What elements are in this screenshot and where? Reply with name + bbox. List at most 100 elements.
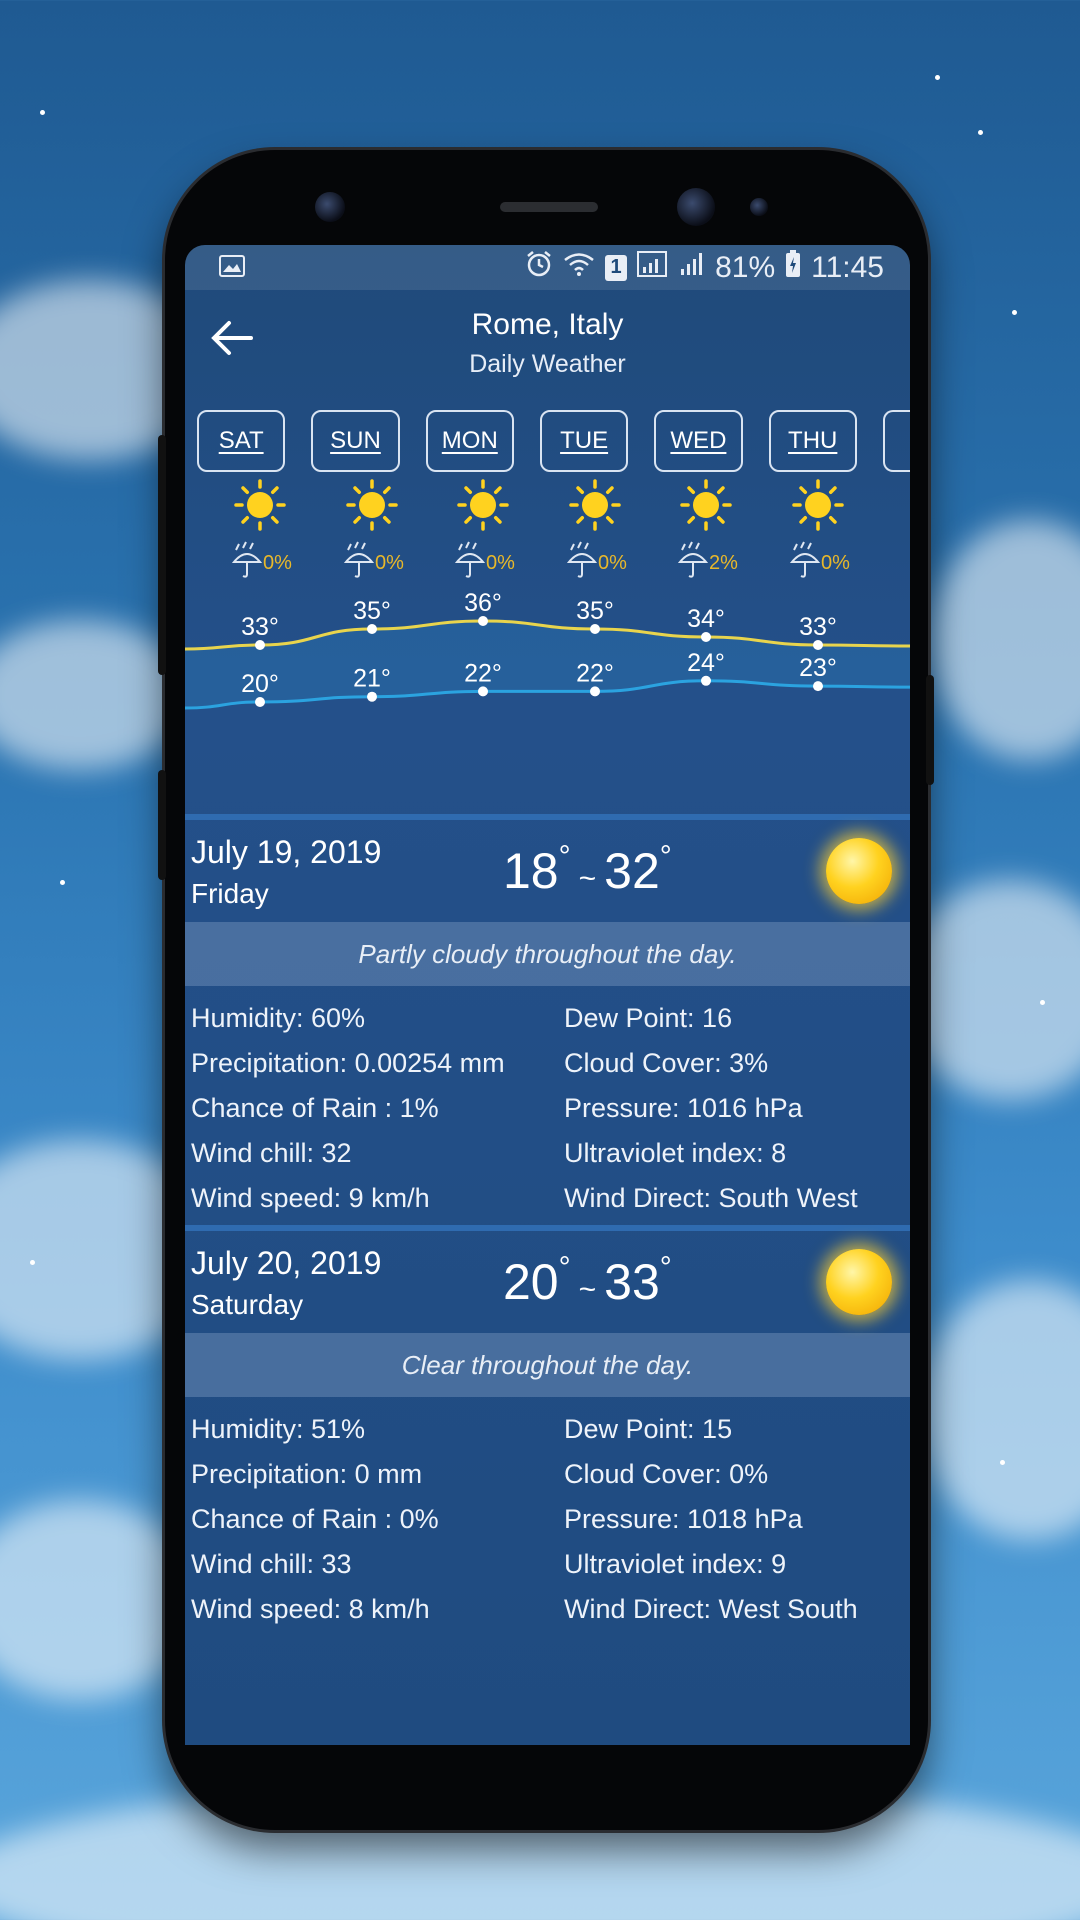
rain-chance: 0% xyxy=(821,552,850,574)
detail-item: Dew Point: 16 xyxy=(564,1003,733,1033)
high-temp-label: 34° xyxy=(687,605,725,633)
tab-sat[interactable]: SAT xyxy=(197,410,286,472)
detail-item: Cloud Cover: 0% xyxy=(564,1459,769,1489)
tab-thu[interactable]: THU xyxy=(768,410,857,472)
umbrella-rain-icon xyxy=(343,541,375,578)
high-temp-point xyxy=(255,640,265,650)
image-icon xyxy=(219,251,245,285)
page-title: Rome, Italy xyxy=(471,308,624,341)
umbrella-rain-icon xyxy=(231,541,263,578)
tab-wed[interactable]: WED xyxy=(654,410,743,472)
app-screen: 1 81% 11:45 Rome, Italy Daily Weather SA… xyxy=(185,245,910,1745)
high-temp-label: 36° xyxy=(464,589,502,617)
sim-1-icon: 1 xyxy=(605,254,628,281)
rain-chance: 2% xyxy=(709,552,738,574)
detail-item: Wind Direct: West South xyxy=(564,1594,858,1624)
wifi-icon xyxy=(563,251,595,285)
daily-temperature-chart: 0% 33° 20° 0% 35° 21° 0% 36° 22° 0% 35° 22° 2% 34… xyxy=(185,474,910,814)
low-temp-label: 20° xyxy=(241,670,279,698)
day-card: July 20, 2019 Saturday 20°~ 33° Clear thr… xyxy=(185,1225,910,1636)
battery-percent: 81% xyxy=(715,250,776,284)
clock: 11:45 xyxy=(811,250,884,284)
iris-scanner xyxy=(677,188,715,226)
temp-low: 20 xyxy=(503,1254,559,1310)
card-header: July 19, 2019 Friday 18°~ 32° xyxy=(185,820,910,922)
detail-item: Wind speed: 9 km/h xyxy=(191,1183,430,1213)
weather-details: Humidity: 51% Precipitation: 0 mm Chance o… xyxy=(185,1397,910,1636)
detail-item: Ultraviolet index: 9 xyxy=(564,1549,787,1579)
power-button xyxy=(926,675,934,785)
signal-icon xyxy=(637,250,669,285)
detail-item: Dew Point: 15 xyxy=(564,1414,733,1444)
temp-low: 18 xyxy=(503,843,559,899)
high-temp-point xyxy=(478,616,488,626)
detail-item: Wind chill: 32 xyxy=(191,1138,352,1168)
day-card: July 19, 2019 Friday 18°~ 32° Partly clou… xyxy=(185,814,910,1225)
proximity-sensor xyxy=(750,198,768,216)
detail-item: Pressure: 1018 hPa xyxy=(564,1504,803,1534)
detail-item: Wind chill: 33 xyxy=(191,1549,352,1579)
back-button[interactable] xyxy=(209,315,255,370)
low-temp-point xyxy=(367,691,377,702)
detail-item: Pressure: 1016 hPa xyxy=(564,1093,803,1123)
sun-icon xyxy=(826,1249,892,1315)
low-temp-label: 22° xyxy=(464,659,502,687)
temp-high: 32 xyxy=(604,843,660,899)
rain-chance: 0% xyxy=(598,552,627,574)
detail-item: Wind Direct: South West xyxy=(564,1183,858,1213)
temp-high: 33 xyxy=(604,1254,660,1310)
weather-details: Humidity: 60% Precipitation: 0.00254 mm Ch… xyxy=(185,986,910,1225)
high-temp-point xyxy=(701,632,711,642)
detail-item: Chance of Rain : 0% xyxy=(191,1504,439,1534)
tab-mon[interactable]: MON xyxy=(425,410,514,472)
tab-tue[interactable]: TUE xyxy=(539,410,629,472)
sun-icon xyxy=(234,479,286,531)
front-camera xyxy=(315,192,345,222)
card-date: July 19, 2019 xyxy=(191,834,382,870)
low-temp-point xyxy=(701,675,711,686)
details-left: Humidity: 60% Precipitation: 0.00254 mm Ch… xyxy=(191,992,564,1225)
card-date: July 20, 2019 xyxy=(191,1245,382,1281)
alarm-icon xyxy=(525,250,553,286)
tab-sun[interactable]: SUN xyxy=(311,410,400,472)
low-temp-point xyxy=(478,686,488,697)
tab-next-partial[interactable] xyxy=(882,410,910,472)
high-temp-label: 33° xyxy=(241,613,279,641)
low-temp-label: 21° xyxy=(353,665,391,693)
details-right: Dew Point: 15 Cloud Cover: 0% Pressure: 10… xyxy=(564,1403,910,1636)
low-temp-point xyxy=(813,681,823,692)
status-bar: 1 81% 11:45 xyxy=(185,245,910,290)
rain-chance: 0% xyxy=(486,552,515,574)
details-right: Dew Point: 16 Cloud Cover: 3% Pressure: 10… xyxy=(564,992,910,1225)
detail-item: Humidity: 51% xyxy=(191,1414,366,1444)
low-temp-label: 23° xyxy=(799,654,837,682)
detail-item: Wind speed: 8 km/h xyxy=(191,1594,430,1624)
detail-item: Cloud Cover: 3% xyxy=(564,1048,769,1078)
sun-icon xyxy=(680,479,732,531)
detail-item: Chance of Rain : 1% xyxy=(191,1093,439,1123)
battery-icon xyxy=(785,249,801,286)
low-temp-label: 22° xyxy=(576,659,614,687)
temp-range: 20°~ 33° xyxy=(503,1251,672,1310)
card-weekday: Saturday xyxy=(191,1289,304,1320)
umbrella-rain-icon xyxy=(454,541,486,578)
sun-icon xyxy=(346,479,398,531)
rain-chance: 0% xyxy=(263,552,292,574)
details-left: Humidity: 51% Precipitation: 0 mm Chance o… xyxy=(191,1403,564,1636)
low-temp-point xyxy=(590,686,600,697)
umbrella-rain-icon xyxy=(789,541,821,578)
day-tabs: SAT SUN MON TUE WED THU xyxy=(185,410,910,474)
high-temp-label: 35° xyxy=(576,597,614,625)
arrow-left-icon xyxy=(211,321,253,355)
umbrella-rain-icon xyxy=(566,541,598,578)
sun-icon xyxy=(826,838,892,904)
bixby-button xyxy=(158,770,166,880)
high-temp-label: 35° xyxy=(353,597,391,625)
detail-item: Precipitation: 0 mm xyxy=(191,1459,423,1489)
sun-icon xyxy=(457,479,509,531)
high-temp-point xyxy=(590,624,600,634)
high-temp-label: 33° xyxy=(799,613,837,641)
detail-item: Humidity: 60% xyxy=(191,1003,366,1033)
phone-speaker xyxy=(500,202,598,212)
signal-bars-icon xyxy=(679,251,705,285)
